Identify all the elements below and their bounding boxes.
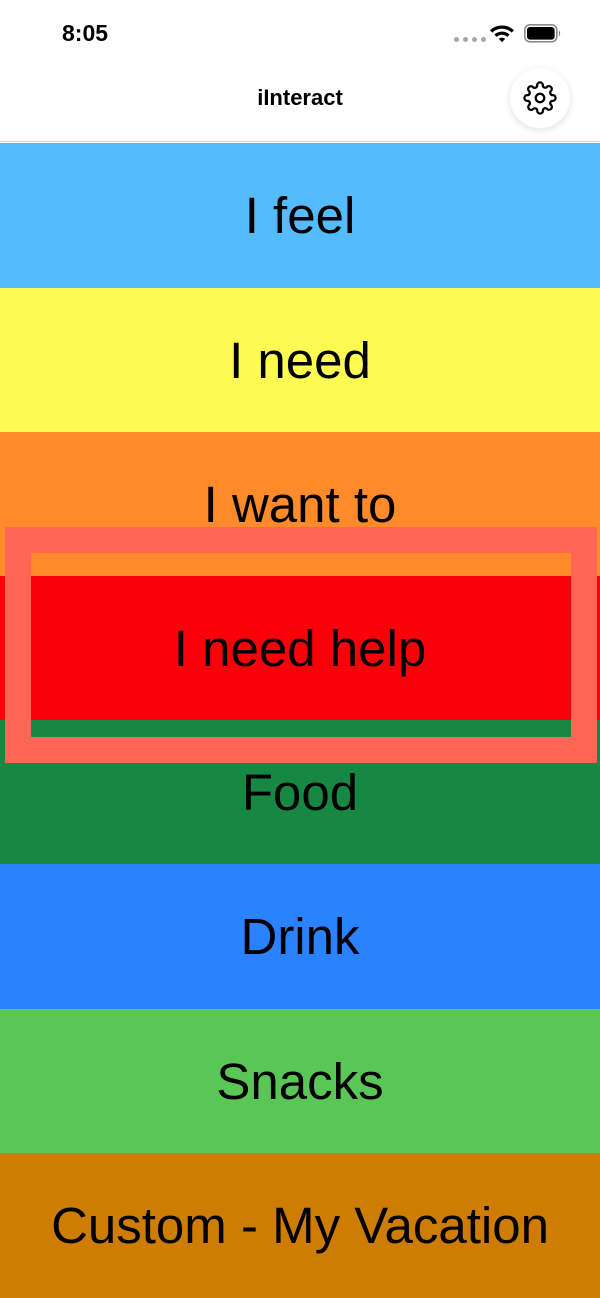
category-i-want-to[interactable]: I want to [0, 432, 600, 577]
category-i-need-help[interactable]: I need help [0, 576, 600, 721]
category-label: Snacks [216, 1053, 384, 1110]
battery-icon [524, 24, 561, 43]
category-label: Drink [240, 908, 360, 965]
category-i-feel[interactable]: I feel [0, 143, 600, 288]
settings-button[interactable] [510, 68, 570, 128]
category-label: I feel [244, 187, 356, 244]
category-label: I want to [203, 476, 397, 533]
status-time: 8:05 [62, 20, 109, 46]
gear-icon [523, 81, 557, 115]
category-snacks[interactable]: Snacks [0, 1009, 600, 1154]
category-i-need[interactable]: I need [0, 288, 600, 433]
status-bar: 8:05 [0, 0, 600, 68]
navigation-bar: iInteract [0, 68, 600, 142]
category-label: Food [241, 764, 359, 821]
category-list: I feel I need I want to I need help Food… [0, 143, 600, 1298]
category-drink[interactable]: Drink [0, 864, 600, 1009]
wifi-icon [490, 25, 514, 43]
category-label: Custom - My Vacation [51, 1197, 549, 1254]
category-custom-my-vacation[interactable]: Custom - My Vacation [0, 1153, 600, 1298]
category-food[interactable]: Food [0, 720, 600, 865]
category-label: I need help [173, 620, 427, 677]
category-label: I need [229, 332, 371, 389]
cellular-dots-icon [454, 37, 486, 42]
